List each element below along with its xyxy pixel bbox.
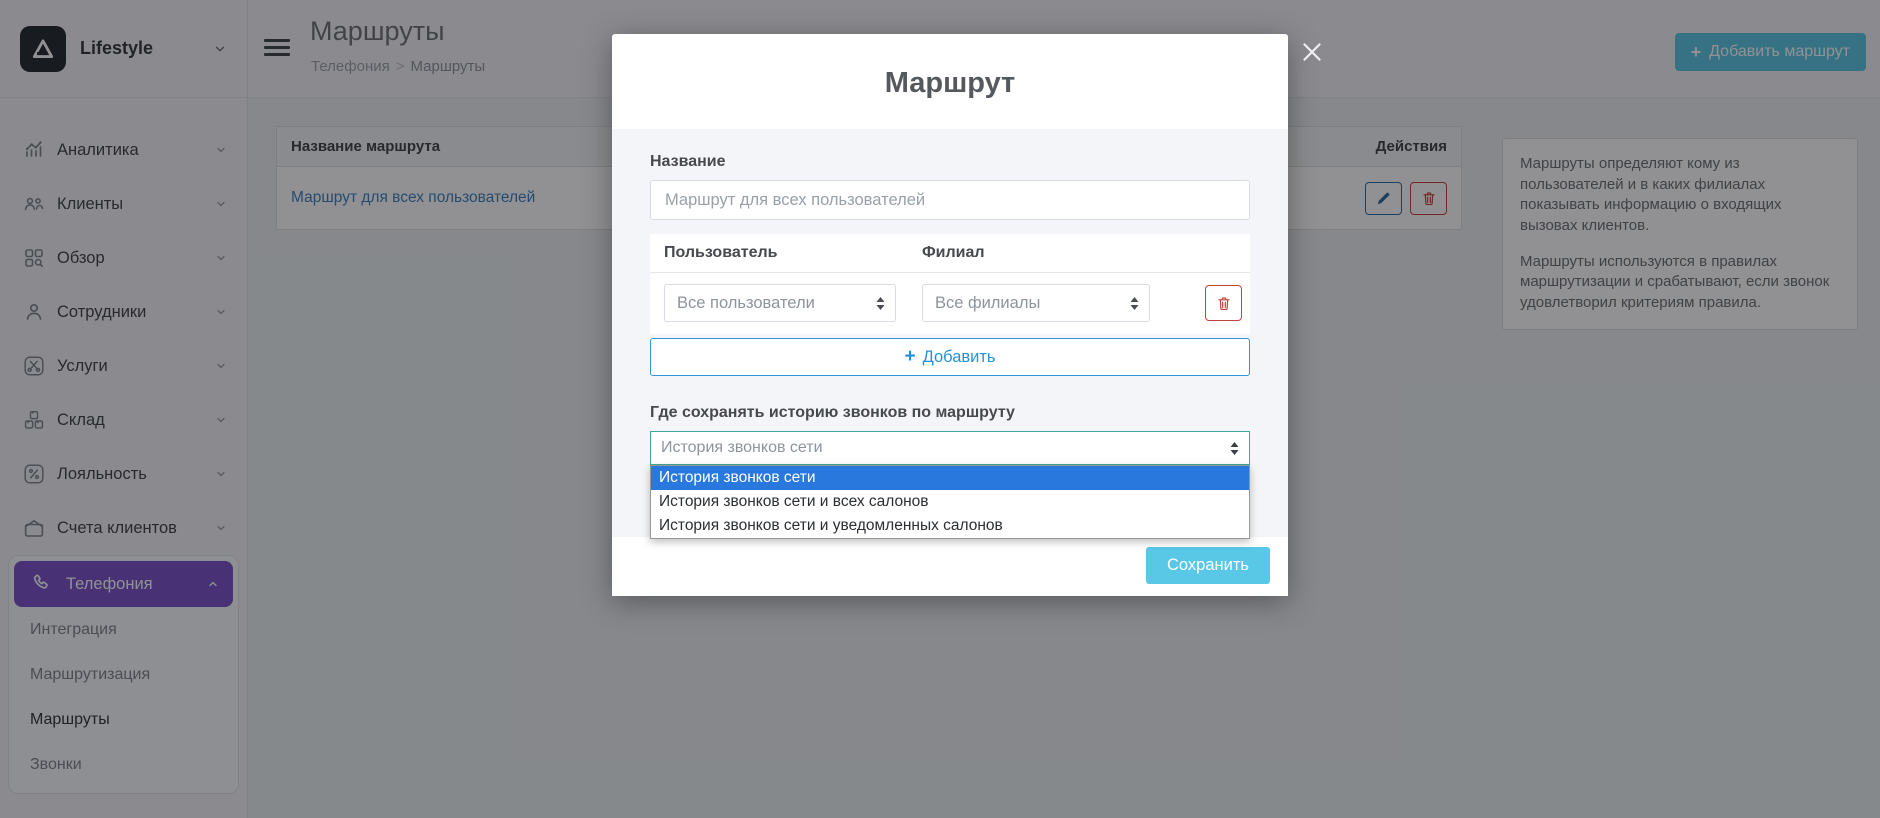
- history-option[interactable]: История звонков сети и всех салонов: [651, 490, 1249, 514]
- select-arrows-icon: [1230, 442, 1239, 455]
- user-select[interactable]: Все пользователи: [664, 284, 896, 322]
- select-arrows-icon: [876, 297, 885, 310]
- history-option[interactable]: История звонков сети: [651, 466, 1249, 490]
- close-icon[interactable]: [1299, 39, 1325, 65]
- select-arrows-icon: [1130, 297, 1139, 310]
- user-branch-row: Все пользователи Все филиалы: [650, 273, 1250, 334]
- history-select-value: История звонков сети: [661, 439, 823, 457]
- route-modal: Маршрут Название Пользователь Филиал Все…: [612, 34, 1288, 596]
- trash-icon: [1216, 295, 1232, 312]
- branch-select-value: Все филиалы: [935, 294, 1040, 313]
- modal-header: Маршрут: [612, 34, 1288, 129]
- modal-footer: Сохранить: [612, 537, 1288, 596]
- history-options-list: История звонков сети История звонков сет…: [650, 465, 1250, 539]
- plus-icon: +: [904, 346, 915, 368]
- modal-title: Маршрут: [885, 67, 1016, 99]
- user-branch-card: Пользователь Филиал Все пользователи Все…: [650, 234, 1250, 334]
- user-branch-header-row: Пользователь Филиал: [650, 234, 1250, 273]
- history-select[interactable]: История звонков сети: [650, 431, 1250, 465]
- column-header-branch: Филиал: [922, 244, 1150, 262]
- history-option[interactable]: История звонков сети и уведомленных сало…: [651, 514, 1249, 538]
- route-name-input[interactable]: [650, 180, 1250, 220]
- user-select-value: Все пользователи: [677, 294, 815, 313]
- add-row-button-label: Добавить: [923, 348, 996, 367]
- name-label: Название: [650, 153, 1250, 171]
- delete-row-button[interactable]: [1205, 285, 1242, 321]
- history-label: Где сохранять историю звонков по маршрут…: [650, 404, 1250, 422]
- modal-body: Название Пользователь Филиал Все пользов…: [612, 129, 1288, 537]
- column-header-user: Пользователь: [664, 244, 896, 262]
- branch-select[interactable]: Все филиалы: [922, 284, 1150, 322]
- add-row-button[interactable]: + Добавить: [650, 338, 1250, 376]
- history-dropdown: История звонков сети История звонков сет…: [650, 431, 1250, 465]
- save-button[interactable]: Сохранить: [1146, 547, 1270, 584]
